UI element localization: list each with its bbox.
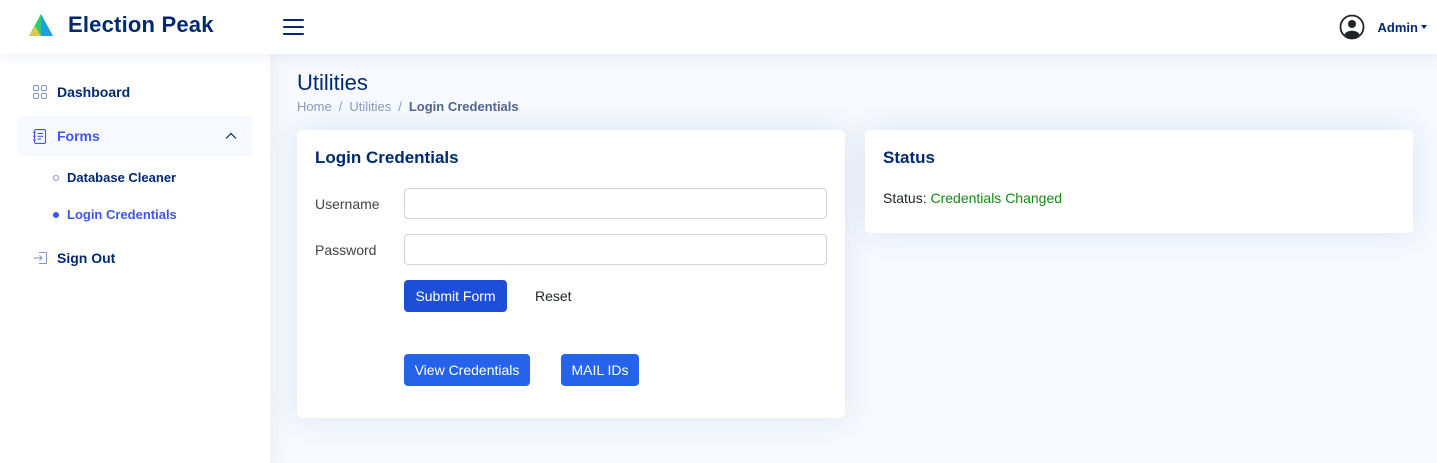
sidebar-item-label: Forms: [57, 128, 100, 144]
view-credentials-button[interactable]: View Credentials: [404, 354, 530, 386]
status-value: Credentials Changed: [930, 190, 1063, 206]
sidebar-item-label: Sign Out: [57, 250, 116, 266]
login-credentials-card: Login Credentials Username Password Subm…: [297, 130, 845, 418]
breadcrumb-current: Login Credentials: [408, 99, 519, 114]
breadcrumb-separator: /: [338, 99, 343, 114]
page-title: Utilities: [297, 70, 368, 95]
sidebar-item-forms[interactable]: Forms: [18, 116, 252, 156]
profile-dropdown[interactable]: Admin: [1339, 14, 1427, 40]
journal-text-icon: [32, 128, 48, 144]
sidebar-subitem-label: Database Cleaner: [67, 170, 177, 185]
mail-ids-button[interactable]: MAIL IDs: [561, 354, 639, 386]
circle-icon: [53, 174, 59, 181]
sidebar-item-sign-out[interactable]: Sign Out: [18, 238, 252, 278]
sidebar-subitem-label: Login Credentials: [67, 207, 177, 222]
circle-fill-icon: [53, 211, 59, 218]
breadcrumb-home[interactable]: Home: [297, 99, 332, 114]
password-label: Password: [315, 242, 377, 258]
username-label: Username: [315, 196, 380, 212]
logo-icon: [29, 14, 53, 36]
card-title: Status: [883, 148, 935, 167]
sidebar-subitem-login-credentials[interactable]: Login Credentials: [53, 207, 177, 222]
sidebar-subitem-database-cleaner[interactable]: Database Cleaner: [53, 170, 176, 185]
sidebar-item-dashboard[interactable]: Dashboard: [18, 72, 252, 112]
status-line: Status: Credentials Changed: [883, 190, 1062, 206]
sidebar-item-label: Dashboard: [57, 84, 131, 100]
submit-form-button[interactable]: Submit Form: [404, 280, 507, 312]
profile-name: Admin: [1377, 19, 1418, 35]
logo[interactable]: Election Peak: [28, 12, 214, 38]
app-name: Election Peak: [68, 12, 214, 37]
reset-button[interactable]: Reset: [535, 288, 572, 304]
breadcrumb-separator: /: [398, 99, 402, 114]
username-input[interactable]: [404, 188, 827, 219]
user-avatar-icon: [1339, 14, 1364, 40]
breadcrumb-utilities[interactable]: Utilities: [349, 99, 391, 114]
menu-toggle-icon[interactable]: [282, 16, 306, 38]
box-arrow-in-right-icon: [32, 250, 48, 266]
caret-down-icon: [1421, 25, 1427, 29]
breadcrumb: Home / Utilities / Login Credentials: [297, 99, 519, 114]
top-header: Election Peak Admin: [0, 0, 1437, 54]
status-card: Status Status: Credentials Changed: [865, 130, 1413, 233]
password-input[interactable]: [404, 234, 827, 265]
status-prefix: Status:: [883, 190, 927, 206]
grid-icon: [32, 84, 48, 100]
chevron-up-icon: [225, 132, 237, 139]
card-title: Login Credentials: [315, 148, 459, 167]
sidebar: Dashboard Forms Database Cleaner Login C…: [0, 54, 270, 463]
